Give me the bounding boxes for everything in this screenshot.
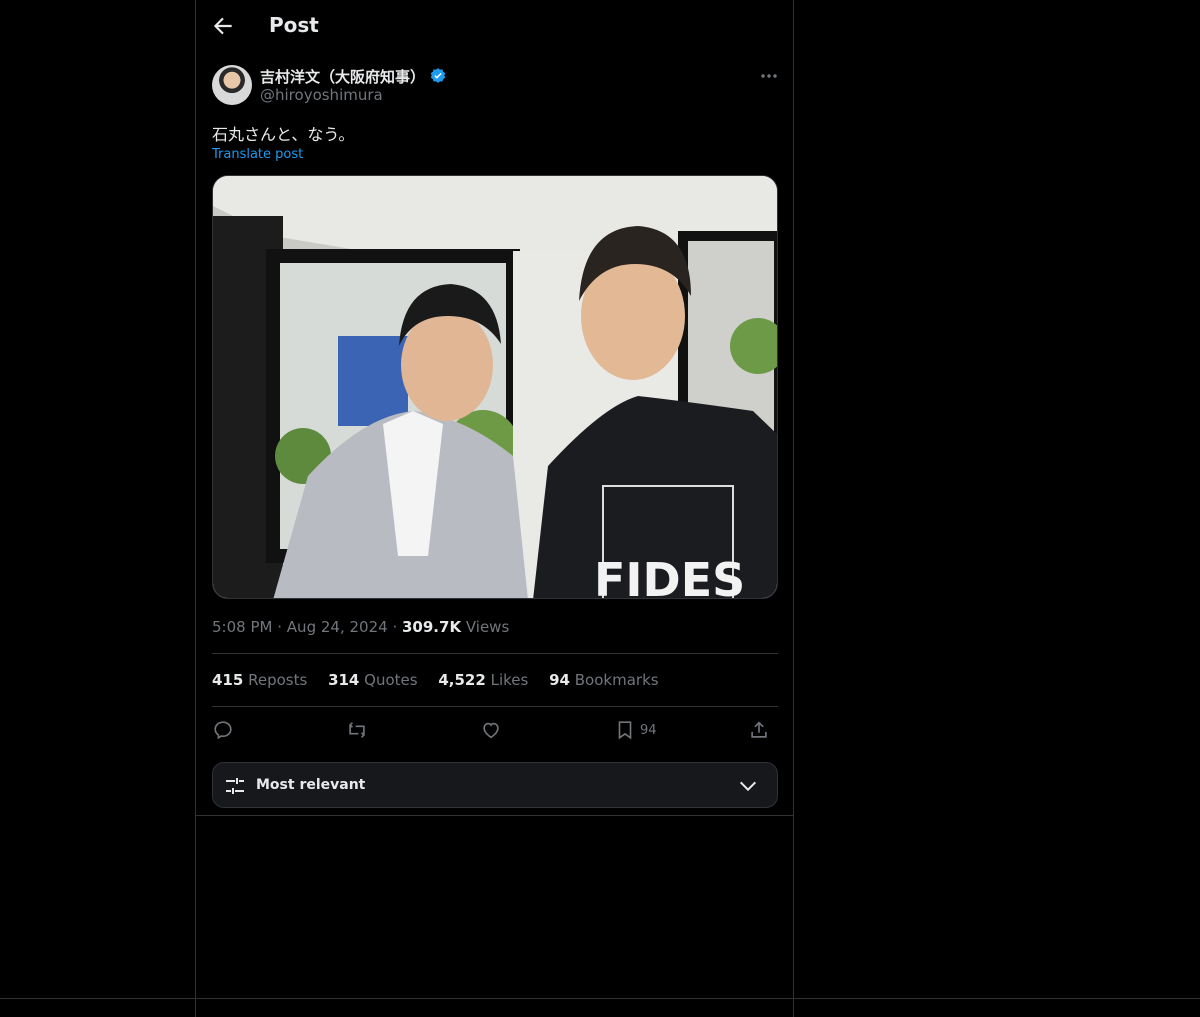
- repost-button[interactable]: [346, 718, 368, 742]
- header: Post: [196, 0, 793, 53]
- shirt-text: FIDES: [594, 553, 745, 599]
- views-label: Views: [465, 618, 510, 636]
- quotes-stat[interactable]: 314 Quotes: [328, 671, 418, 689]
- back-arrow-icon[interactable]: [210, 13, 236, 39]
- post-meta: 5:08 PM · Aug 24, 2024 · 309.7K Views: [212, 618, 509, 636]
- reply-icon: [214, 721, 232, 740]
- views-count: 309.7K: [402, 618, 462, 636]
- share-icon: [751, 721, 767, 738]
- main-column: Post 吉村洋文（大阪府知事） @hiroyoshimura 石丸さんと、なう…: [195, 0, 794, 1017]
- chevron-down-icon: [739, 781, 757, 792]
- divider: [196, 815, 793, 816]
- post-text: 石丸さんと、なう。: [212, 125, 355, 144]
- bookmark-count: 94: [640, 722, 657, 738]
- avatar[interactable]: [212, 65, 252, 105]
- divider: [212, 706, 778, 707]
- meta-separator: ·: [277, 618, 283, 636]
- post-photo[interactable]: FIDES: [212, 175, 778, 599]
- repost-icon: [348, 722, 366, 738]
- engagement-stats: 415 Reposts 314 Quotes 4,522 Likes 94 Bo…: [212, 671, 675, 689]
- action-bar: 94: [212, 718, 778, 744]
- sort-label: Most relevant: [256, 777, 366, 793]
- reposts-stat[interactable]: 415 Reposts: [212, 671, 307, 689]
- like-button[interactable]: [480, 718, 502, 742]
- like-icon: [483, 722, 499, 739]
- likes-stat[interactable]: 4,522 Likes: [438, 671, 528, 689]
- meta-separator: ·: [392, 618, 398, 636]
- bookmarks-stat[interactable]: 94 Bookmarks: [549, 671, 658, 689]
- verified-badge-icon: [430, 68, 446, 83]
- post-time[interactable]: 5:08 PM: [212, 618, 272, 636]
- divider: [0, 998, 1200, 999]
- sliders-icon: [226, 778, 244, 794]
- author-name-row[interactable]: 吉村洋文（大阪府知事）: [260, 66, 447, 87]
- share-button[interactable]: [748, 718, 770, 742]
- post-date[interactable]: Aug 24, 2024: [287, 618, 388, 636]
- page-title: Post: [269, 13, 319, 37]
- divider: [212, 653, 778, 654]
- bookmark-button[interactable]: 94: [614, 718, 657, 742]
- translate-post-link[interactable]: Translate post: [212, 147, 303, 162]
- reply-sort-dropdown[interactable]: Most relevant: [212, 762, 778, 808]
- bookmark-icon: [618, 721, 632, 740]
- reply-button[interactable]: [212, 718, 234, 742]
- more-icon[interactable]: [759, 67, 779, 85]
- author-handle[interactable]: @hiroyoshimura: [260, 86, 383, 104]
- photo-illustration: FIDES: [213, 176, 777, 599]
- author-name[interactable]: 吉村洋文（大阪府知事）: [260, 68, 425, 86]
